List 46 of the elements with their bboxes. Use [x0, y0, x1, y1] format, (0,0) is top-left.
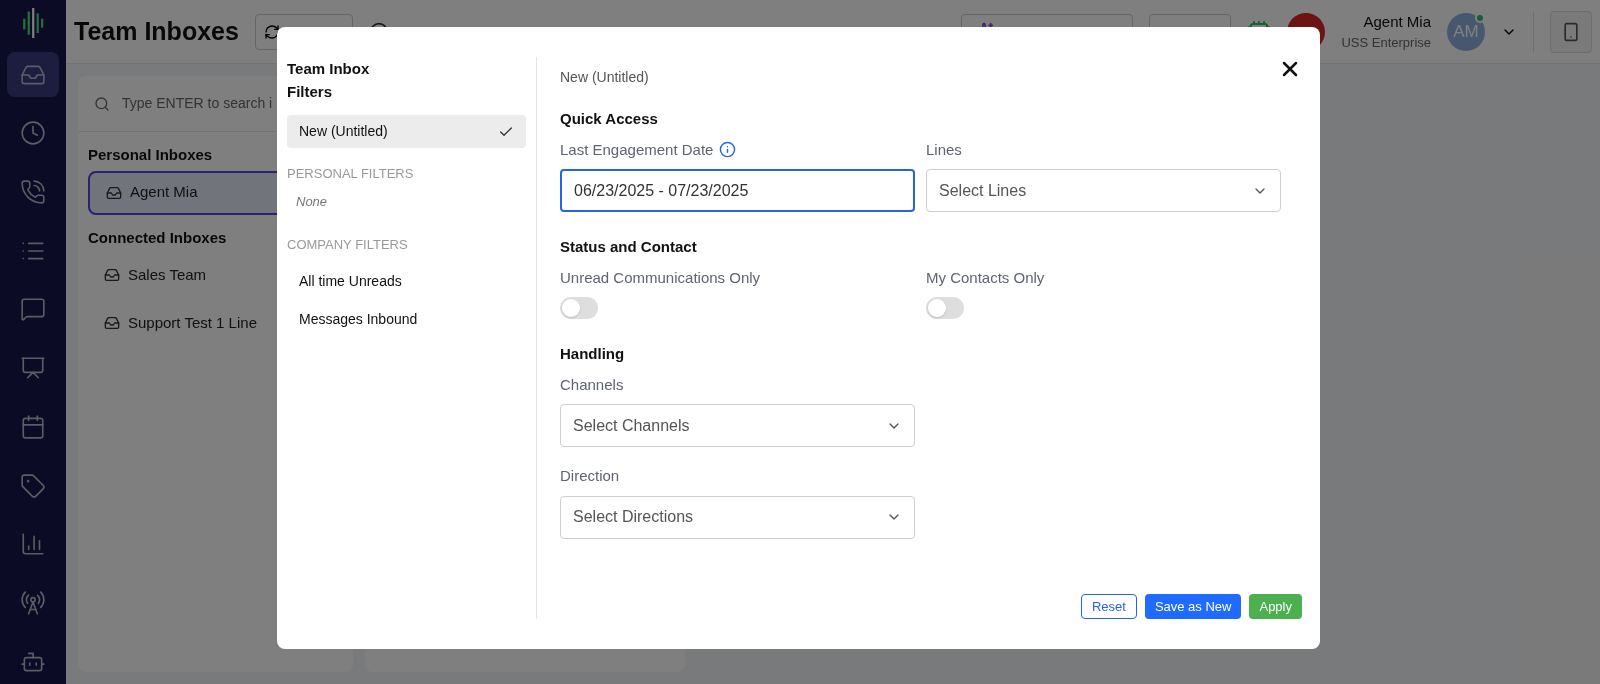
bar-chart-icon	[20, 531, 46, 558]
section-heading: Status and Contact	[560, 237, 698, 257]
antenna-icon	[20, 589, 46, 616]
field-label: Direction	[560, 466, 620, 486]
empty-text: None	[295, 192, 329, 211]
select-field[interactable]: Select Directions	[560, 495, 915, 539]
select-field[interactable]: Select Channels	[560, 404, 915, 447]
group-heading: COMPANY FILTERS	[287, 236, 409, 254]
filter-item[interactable]: New (Untitled)	[287, 115, 526, 148]
field-label: Last Engagement Date	[560, 139, 714, 160]
user-name: Agent Mia	[1363, 11, 1431, 32]
chat-icon	[20, 296, 46, 323]
nav-rail-item[interactable]	[7, 52, 59, 98]
smartphone-icon	[1561, 21, 1581, 42]
dialog-button[interactable]: Reset	[1080, 594, 1137, 619]
inbox-icon	[104, 315, 120, 331]
calendar-icon	[20, 413, 46, 440]
info-icon[interactable]	[719, 141, 737, 159]
field-label: Unread Communications Only	[560, 267, 761, 288]
user-org: USS Enterprise	[1341, 34, 1431, 52]
field-label: Lines	[926, 139, 962, 160]
inbox-icon	[106, 184, 122, 201]
section-heading: Handling	[560, 344, 626, 364]
select-field[interactable]: Select Lines	[926, 169, 1281, 212]
field-label: Channels	[560, 374, 624, 395]
phone-button[interactable]	[1550, 10, 1592, 53]
filter-item[interactable]: Messages Inbound	[287, 300, 526, 339]
search-icon	[94, 95, 110, 112]
filter-item[interactable]: All time Unreads	[287, 262, 526, 301]
filter-name: New (Untitled)	[560, 68, 649, 87]
date-range-field[interactable]: 06/23/2025 - 07/23/2025	[560, 169, 915, 212]
presentation-icon	[20, 355, 46, 382]
dialog-sidebar-title: Team Inbox Filters	[287, 59, 371, 102]
phone-icon	[20, 179, 46, 206]
field-label: My Contacts Only	[926, 267, 1045, 288]
section-heading: Quick Access	[560, 109, 659, 129]
toggle-switch[interactable]	[926, 297, 964, 319]
tag-icon	[20, 472, 46, 499]
dialog-button[interactable]: Save as New	[1144, 594, 1242, 619]
section-heading: Connected Inboxes	[88, 227, 227, 248]
section-heading: Personal Inboxes	[88, 145, 213, 165]
clock-icon	[20, 120, 46, 147]
page-title: Team Inboxes	[74, 15, 239, 47]
refresh-icon	[263, 23, 280, 40]
inbox-icon	[104, 267, 120, 283]
toggle-switch[interactable]	[560, 297, 598, 319]
